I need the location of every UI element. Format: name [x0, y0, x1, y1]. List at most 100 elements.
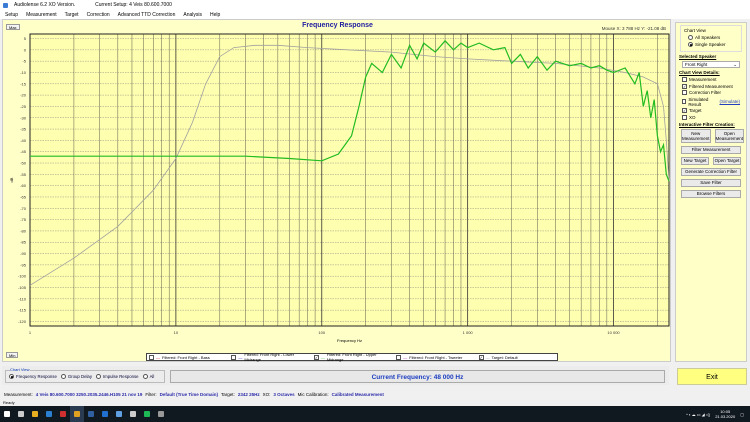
taskbar-app-icon[interactable] [154, 406, 168, 422]
checkbox-label: Measurement [689, 77, 717, 82]
y-tick-label: -100 [18, 274, 27, 279]
legend-checkbox[interactable] [231, 354, 237, 360]
frequency-response-plot[interactable]: 5 0 -5 -10 -15 -20 -25 -30 -35 -40 -45 -50 -55 -60 -65… [3, 20, 672, 363]
new-measurement-button[interactable]: New Measurement [681, 128, 711, 143]
legend-checkbox[interactable]: ✓ [478, 354, 484, 360]
legend-swatch: — [156, 354, 160, 360]
menu-target[interactable]: Target [65, 12, 79, 18]
legend-item[interactable]: — Filtered: Front Right - Bass [149, 354, 227, 360]
y-tick-label: -35 [20, 127, 27, 132]
taskbar-app-icon[interactable] [28, 406, 42, 422]
detail-checkbox-measurement[interactable]: Measurement [682, 77, 740, 82]
taskbar-app-icon[interactable] [14, 406, 28, 422]
checkbox-label: Filtered Measurement [689, 83, 733, 89]
view-radio-group-delay[interactable]: Group Delay [60, 374, 92, 379]
filter-measurement-button[interactable]: Filter Measurement [681, 145, 741, 154]
checkbox-label: XO [689, 114, 696, 120]
y-tick-label: -10 [20, 70, 27, 75]
menu-advanced-ttd[interactable]: Advanced TTD Correction [118, 12, 176, 18]
legend-checkbox[interactable]: ✓ [313, 354, 319, 360]
notification-icon[interactable]: ▢ [740, 412, 744, 417]
taskbar-app-icon[interactable] [126, 406, 140, 422]
new-target-button[interactable]: New Target [681, 156, 709, 165]
chart-view-group: Chart View All Speakers Single Speaker [680, 25, 742, 52]
detail-checkbox-filtered-measurement[interactable]: ✓ Filtered Measurement [682, 83, 740, 89]
legend-item[interactable]: ✓ — Target: Default [478, 354, 557, 360]
menu-analysis[interactable]: Analysis [183, 12, 202, 18]
detail-checkbox-xo[interactable]: XO [682, 114, 740, 120]
mic-value: Calibrated Measurement [331, 391, 384, 397]
generate-correction-filter-button[interactable]: Generate Correction Filter [681, 167, 741, 176]
status-line: Measurement: 4 Veis 80.600.7000 3250.2035… [0, 389, 750, 399]
checkbox[interactable] [682, 99, 687, 104]
x-tick-label: 10 000 [607, 330, 620, 335]
view-radio-frequency-response[interactable]: Frequency Response [9, 374, 57, 379]
y-tick-label: -105 [18, 285, 27, 290]
legend-checkbox[interactable] [396, 354, 402, 360]
y-tick-label: -45 [20, 149, 27, 154]
detail-checkbox-target[interactable]: ✓ Target [682, 108, 740, 113]
y-tick-label: -120 [18, 319, 27, 324]
y-tick-label: -90 [20, 251, 27, 256]
open-measurement-button[interactable]: Open Measurement [714, 128, 745, 143]
radio-label: Impulse Response [102, 374, 139, 379]
checkbox[interactable] [682, 90, 687, 95]
menu-help[interactable]: Help [210, 12, 220, 18]
taskbar-app-icon[interactable] [42, 406, 56, 422]
taskbar-app-icon[interactable] [56, 406, 70, 422]
menu-setup[interactable]: Setup [5, 12, 18, 18]
app-icon [3, 2, 8, 8]
measurement-label: Measurement: [4, 391, 33, 397]
xo-label: XO: [262, 391, 271, 397]
taskbar-app-icon[interactable] [70, 406, 84, 422]
open-target-button[interactable]: Open Target [713, 156, 741, 165]
save-filter-button[interactable]: Save Filter [681, 178, 741, 187]
legend-swatch: — [238, 354, 243, 360]
simulate-link[interactable]: (Simulate) [719, 99, 740, 104]
taskbar-app-icon[interactable] [112, 406, 126, 422]
browse-filters-button[interactable]: Browse Filters [681, 189, 741, 198]
y-tick-label: -40 [20, 138, 27, 143]
checkbox-label: Target [689, 108, 702, 113]
y-tick-label: -55 [20, 172, 27, 177]
checkbox[interactable] [682, 114, 687, 120]
taskbar-app-icon[interactable] [98, 406, 112, 422]
view-radio-all[interactable]: All [142, 374, 154, 379]
view-radio-impulse-response[interactable]: Impulse Response [95, 374, 139, 379]
target-value: 2342 25Hz [237, 391, 260, 397]
exit-button[interactable]: Exit [677, 368, 747, 385]
legend-item[interactable]: ✓ — Filtered: Front Right - Upper Midrange [313, 352, 392, 362]
legend-swatch: — [320, 354, 325, 360]
date: 21.03.2020 [715, 414, 736, 419]
legend-item[interactable]: — Filtered: Front Right - Lower Midrange [231, 352, 309, 362]
taskbar-app-icon[interactable] [84, 406, 98, 422]
detail-checkbox-simulated-result[interactable]: Simulated Result (Simulate) [682, 97, 740, 107]
radio-all-speakers[interactable]: All Speakers [688, 35, 738, 40]
filter-label: Filter: [145, 391, 157, 397]
taskbar-app-icon[interactable] [0, 406, 14, 422]
checkbox[interactable]: ✓ [682, 83, 687, 89]
checkbox[interactable]: ✓ [682, 108, 687, 113]
radio-label: All Speakers [695, 35, 721, 40]
y-tick-label: -70 [20, 206, 27, 211]
y-tick-label: -115 [18, 308, 26, 313]
menu-correction[interactable]: Correction [87, 12, 110, 18]
radio-label: Group Delay [67, 374, 92, 379]
tray-icons[interactable]: ^ ▪ ☁ ▭ ◢ ◁) [686, 412, 710, 417]
speaker-select[interactable]: Front Right ⌄ [682, 61, 740, 68]
taskbar-app-icon[interactable] [140, 406, 154, 422]
speaker-value: Front Right [685, 62, 708, 67]
menu-measurement[interactable]: Measurement [26, 12, 57, 18]
y-tick-label: -95 [20, 262, 27, 267]
app-title: Audiolense 6.2 XO Version. [14, 2, 76, 8]
x-tick-label: 100 [318, 330, 325, 335]
legend: — Filtered: Front Right - Bass — Filtered: … [146, 352, 558, 362]
legend-item[interactable]: — Filtered: Front Right - Tweeter [396, 354, 474, 360]
checkbox[interactable] [682, 77, 687, 82]
detail-checkbox-correction-filter[interactable]: Correction Filter [682, 90, 740, 95]
y-tick-label: -65 [20, 194, 27, 199]
legend-label: Filtered: Front Right - Lower Midrange [244, 352, 295, 362]
legend-checkbox[interactable] [149, 354, 154, 360]
radio-single-speaker[interactable]: Single Speaker [688, 42, 738, 47]
clock[interactable]: 10:05 21.03.2020 [715, 409, 735, 419]
